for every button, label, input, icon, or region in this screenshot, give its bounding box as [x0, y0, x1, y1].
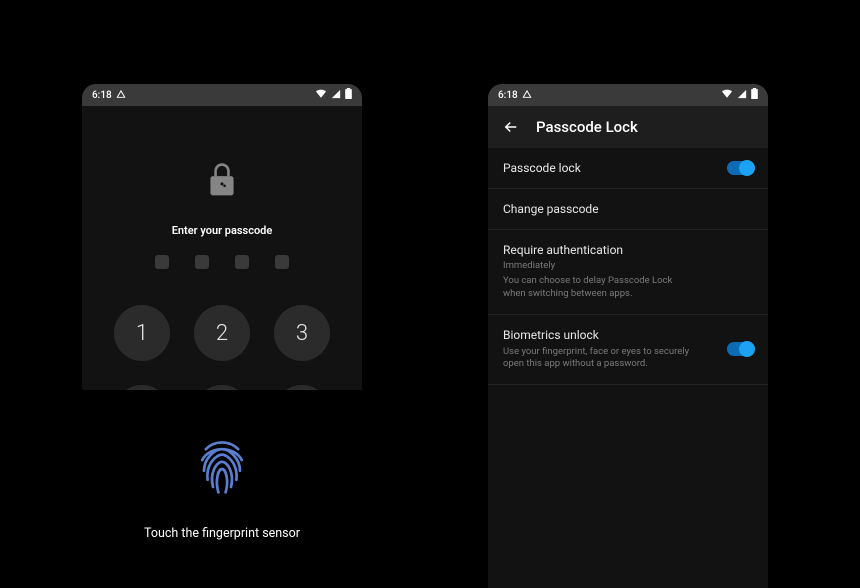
fingerprint-sheet: Touch the fingerprint sensor — [82, 390, 362, 588]
row-passcode-lock[interactable]: Passcode lock — [488, 148, 768, 189]
row-label: Biometrics unlock — [503, 328, 727, 342]
fingerprint-prompt: Touch the fingerprint sensor — [144, 526, 300, 541]
fingerprint-icon[interactable] — [195, 438, 249, 500]
back-arrow-icon[interactable] — [502, 118, 520, 136]
status-time: 6:18 — [498, 90, 518, 101]
keypad-3[interactable]: 3 — [274, 305, 330, 361]
row-biometrics[interactable]: Biometrics unlock Use your fingerprint, … — [488, 315, 768, 386]
header: Passcode Lock — [488, 106, 768, 148]
battery-icon — [751, 88, 758, 102]
status-bar: 6:18 — [82, 84, 362, 106]
passcode-dot — [195, 255, 209, 269]
toggle-biometrics[interactable] — [727, 342, 753, 356]
passcode-dot — [235, 255, 249, 269]
passcode-dot — [275, 255, 289, 269]
row-label: Require authentication — [503, 243, 753, 257]
phone-settings-screen: 6:18 Passcode Lock Passcode lock Change … — [488, 84, 768, 588]
row-change-passcode[interactable]: Change passcode — [488, 189, 768, 230]
row-label: Passcode lock — [503, 161, 727, 175]
wifi-icon — [315, 89, 327, 102]
lock-icon — [206, 162, 238, 198]
row-sub: You can choose to delay Passcode Lock wh… — [503, 275, 693, 301]
row-value: Immediately — [503, 260, 753, 271]
signal-icon — [331, 89, 341, 102]
toggle-passcode-lock[interactable] — [727, 161, 753, 175]
settings-list: Passcode lock Change passcode Require au… — [488, 148, 768, 385]
phone-lock-screen: 6:18 Enter your passcode — [82, 84, 362, 588]
page-title: Passcode Lock — [536, 118, 638, 136]
row-sub: Use your fingerprint, face or eyes to se… — [503, 346, 693, 372]
lock-content: Enter your passcode 1 2 3 4 5 6 — [82, 106, 362, 588]
row-label: Change passcode — [503, 202, 753, 216]
row-require-auth[interactable]: Require authentication Immediately You c… — [488, 230, 768, 315]
warning-icon — [116, 89, 126, 102]
signal-icon — [737, 89, 747, 102]
wifi-icon — [721, 89, 733, 102]
passcode-prompt: Enter your passcode — [172, 224, 273, 237]
keypad-2[interactable]: 2 — [194, 305, 250, 361]
keypad-1[interactable]: 1 — [114, 305, 170, 361]
battery-icon — [345, 88, 352, 102]
status-time: 6:18 — [92, 90, 112, 101]
status-bar: 6:18 — [488, 84, 768, 106]
warning-icon — [522, 89, 532, 102]
passcode-dot — [155, 255, 169, 269]
passcode-dots — [155, 255, 289, 269]
